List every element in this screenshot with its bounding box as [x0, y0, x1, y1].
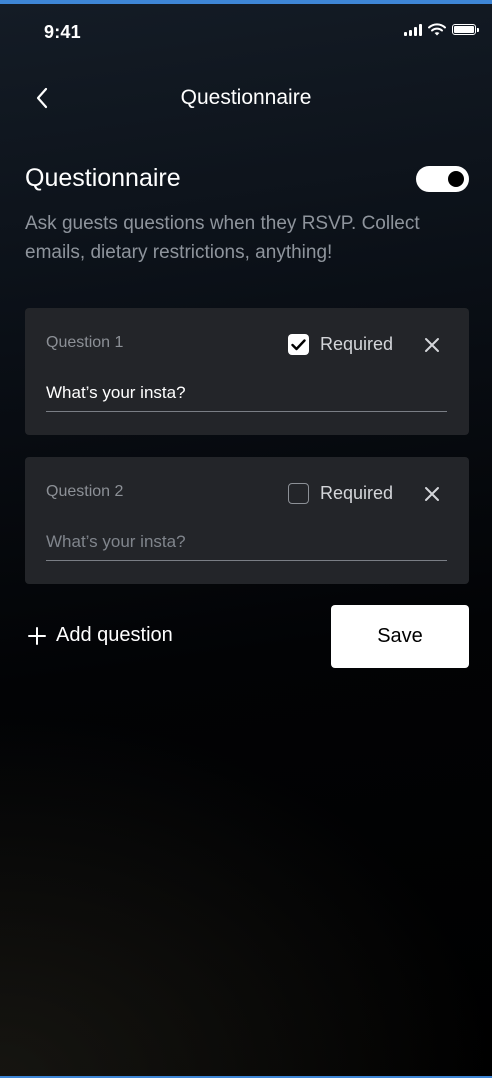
- required-checkbox[interactable]: Required: [288, 334, 393, 355]
- question-label: Question 2: [46, 483, 124, 500]
- question-input[interactable]: [46, 529, 447, 561]
- required-label: Required: [320, 334, 394, 354]
- wifi-icon: [428, 23, 446, 36]
- question-label: Question 1: [46, 334, 124, 351]
- save-button[interactable]: Save: [331, 605, 469, 668]
- remove-question-button[interactable]: [422, 335, 442, 355]
- checkbox-checked[interactable]: [288, 334, 309, 355]
- toggle-knob: [448, 171, 464, 187]
- section-title: Questionnaire: [25, 164, 181, 192]
- close-icon: [425, 487, 439, 501]
- section-description: Ask guests questions when they RSVP. Col…: [25, 213, 420, 263]
- required-label: Required: [320, 483, 394, 503]
- close-icon: [425, 338, 439, 352]
- screen-top-edge: [0, 0, 492, 4]
- battery-icon: [452, 24, 479, 35]
- status-icons: [404, 23, 479, 36]
- question-card: Question 2 Required: [25, 457, 469, 584]
- plus-icon: [28, 626, 46, 645]
- add-question-label: Add question: [56, 624, 173, 646]
- add-question-button[interactable]: Add question: [28, 624, 173, 647]
- question-card: Question 1 Required: [25, 308, 469, 435]
- page-title: Questionnaire: [180, 86, 312, 109]
- remove-question-button[interactable]: [422, 484, 442, 504]
- required-checkbox[interactable]: Required: [288, 483, 393, 504]
- status-time: 9:41: [44, 22, 81, 42]
- checkmark-icon: [291, 338, 306, 350]
- questionnaire-toggle[interactable]: [416, 166, 469, 192]
- question-input[interactable]: [46, 380, 447, 412]
- checkbox-unchecked[interactable]: [288, 483, 309, 504]
- signal-icon: [404, 23, 422, 36]
